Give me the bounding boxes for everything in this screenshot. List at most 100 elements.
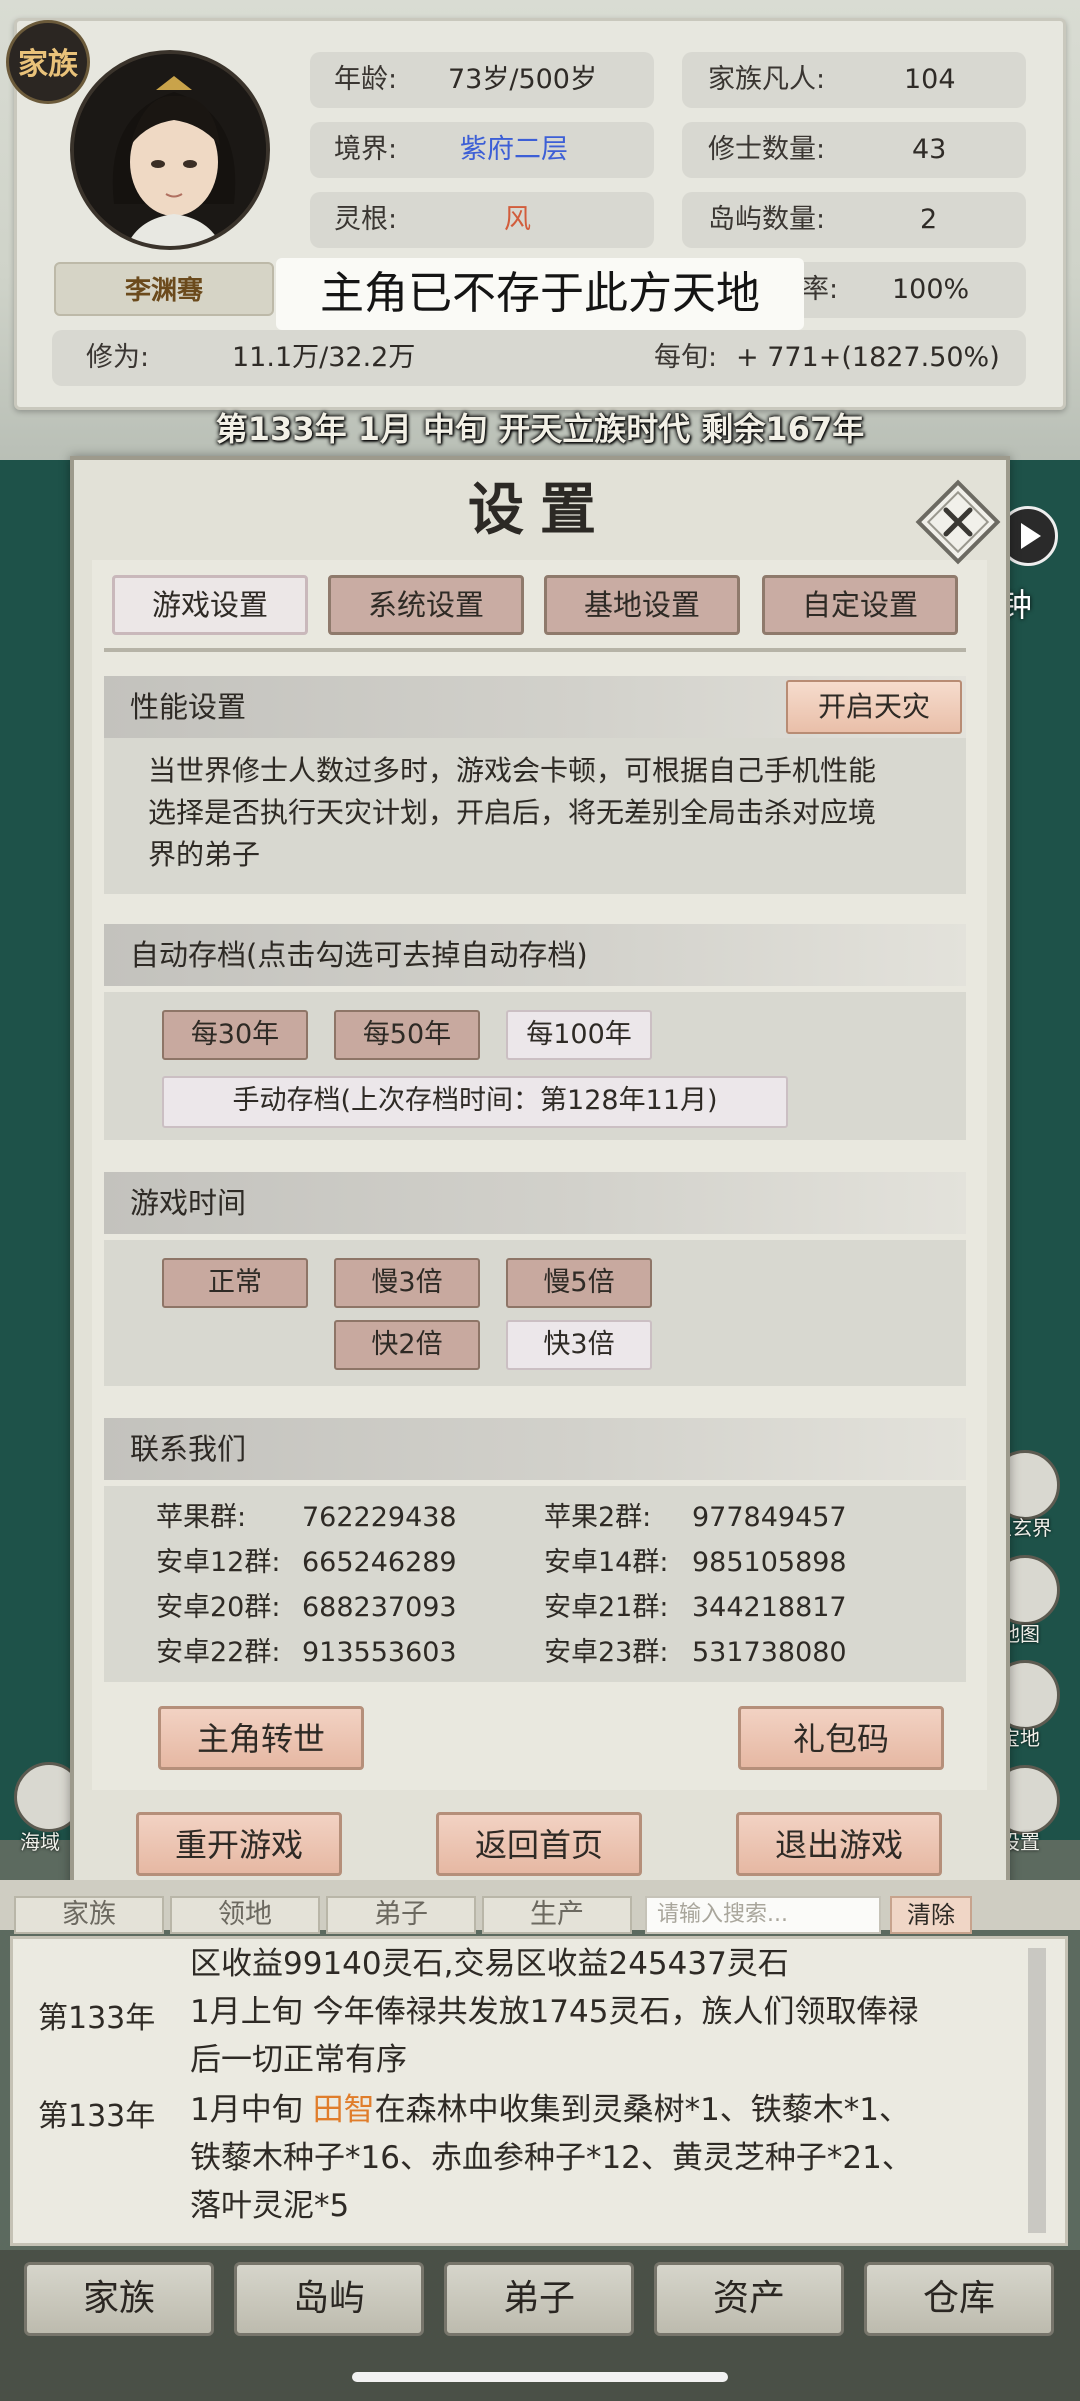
log-line: 1月上旬 今年俸禄共发放1745灵石，族人们领取俸禄 xyxy=(190,1994,919,2030)
log-line: 落叶灵泥*5 xyxy=(190,2188,350,2224)
contact-label-5: 安卓20群: xyxy=(156,1592,281,1623)
return-home-button[interactable]: 返回首页 xyxy=(436,1812,642,1876)
time-slow5-button[interactable]: 慢5倍 xyxy=(506,1258,652,1308)
tab-base-settings[interactable]: 基地设置 xyxy=(544,575,740,635)
home-indicator[interactable] xyxy=(352,2372,728,2382)
nav-warehouse[interactable]: 仓库 xyxy=(864,2262,1054,2336)
log-line: 1月中旬 田智在森林中收集到灵桑树*1、铁藜木*1、 xyxy=(190,2086,1020,2134)
left-side-strip xyxy=(0,460,70,1840)
age-label: 年龄: xyxy=(334,64,398,95)
autosave-30-button[interactable]: 每30年 xyxy=(162,1010,308,1060)
autosave-50-button[interactable]: 每50年 xyxy=(334,1010,480,1060)
time-fast2-button[interactable]: 快2倍 xyxy=(334,1320,480,1370)
mortals-value: 104 xyxy=(904,64,956,95)
spirit-root-value: 风 xyxy=(504,204,531,235)
contact-value-1: 762229438 xyxy=(302,1502,457,1533)
log-year: 第133年 xyxy=(38,2099,156,2134)
performance-desc-line2: 选择是否执行天灾计划，开启后，将无差别全局击杀对应境 xyxy=(148,796,877,829)
contact-value-8: 531738080 xyxy=(692,1637,847,1668)
contact-value-4: 985105898 xyxy=(692,1547,847,1578)
realm-row: 境界: 紫府二层 xyxy=(310,122,654,178)
log-text: 1月中旬 xyxy=(190,2092,313,2128)
contact-label-1: 苹果群: xyxy=(156,1502,247,1533)
contact-value-3: 665246289 xyxy=(302,1547,457,1578)
log-tab-production[interactable]: 生产 xyxy=(482,1896,632,1934)
performance-description: 当世界修士人数过多时，游戏会卡顿，可根据自己手机性能 选择是否执行天灾计划，开启… xyxy=(148,750,948,876)
family-badge[interactable]: 家族 xyxy=(6,20,90,104)
per-period-label: 每旬: xyxy=(654,342,718,373)
dialog-title: 设置 xyxy=(468,477,612,543)
cultivation-value: 11.1万/32.2万 xyxy=(232,342,416,373)
performance-desc-line3: 界的弟子 xyxy=(148,838,261,871)
manual-save-button[interactable]: 手动存档(上次存档时间：第128年11月) xyxy=(162,1076,788,1128)
contact-section-title: 联系我们 xyxy=(104,1418,966,1480)
age-row: 年龄: 73岁/500岁 xyxy=(310,52,654,108)
cultivation-row: 修为: 11.1万/32.2万 每旬: + 771+(1827.50%) xyxy=(52,330,1026,386)
game-time-section-title: 游戏时间 xyxy=(104,1172,966,1234)
gift-code-button[interactable]: 礼包码 xyxy=(738,1706,944,1770)
enable-disaster-button[interactable]: 开启天灾 xyxy=(786,680,962,734)
cultivation-label: 修为: xyxy=(86,342,150,373)
cultivators-label: 修士数量: xyxy=(708,134,826,165)
islands-label: 岛屿数量: xyxy=(708,204,826,235)
realm-label: 境界: xyxy=(334,134,398,165)
close-icon xyxy=(915,479,1001,565)
realm-value: 紫府二层 xyxy=(460,134,568,165)
log-tab-territory[interactable]: 领地 xyxy=(170,1896,320,1934)
contact-label-7: 安卓22群: xyxy=(156,1637,281,1668)
nav-family[interactable]: 家族 xyxy=(24,2262,214,2336)
quit-game-button[interactable]: 退出游戏 xyxy=(736,1812,942,1876)
islands-value: 2 xyxy=(920,204,938,235)
toast-message: 主角已不存于此方天地 xyxy=(276,258,804,330)
log-search-input[interactable]: 请输入搜索... xyxy=(645,1896,881,1934)
log-scrollbar[interactable] xyxy=(1028,1948,1046,2233)
sea-area-label: 海域 xyxy=(20,1830,60,1854)
nav-disciples[interactable]: 弟子 xyxy=(444,2262,634,2336)
spirit-root-row: 灵根: 风 xyxy=(310,192,654,248)
per-period-value: + 771+(1827.50%) xyxy=(736,342,1000,373)
character-avatar[interactable] xyxy=(70,50,270,250)
log-year: 第133年 xyxy=(38,2001,156,2036)
close-button[interactable] xyxy=(906,470,1010,574)
time-slow3-button[interactable]: 慢3倍 xyxy=(334,1258,480,1308)
performance-desc-line1: 当世界修士人数过多时，游戏会卡顿，可根据自己手机性能 xyxy=(148,754,877,787)
contact-value-2: 977849457 xyxy=(692,1502,847,1533)
tab-system-settings[interactable]: 系统设置 xyxy=(328,575,524,635)
log-text: 在森林中收集到灵桑树*1、铁藜木*1、 xyxy=(374,2092,911,2128)
log-tab-family[interactable]: 家族 xyxy=(14,1896,164,1934)
rate-value: 100% xyxy=(892,274,970,305)
cultivators-row: 修士数量: 43 xyxy=(682,122,1026,178)
log-tab-disciples[interactable]: 弟子 xyxy=(326,1896,476,1934)
time-fast3-button[interactable]: 快3倍 xyxy=(506,1320,652,1370)
rate-label: 率: xyxy=(802,274,839,305)
contact-label-2: 苹果2群: xyxy=(544,1502,652,1533)
mortals-row: 家族凡人: 104 xyxy=(682,52,1026,108)
autosave-section-title: 自动存档(点击勾选可去掉自动存档) xyxy=(104,924,966,986)
contact-value-6: 344218817 xyxy=(692,1592,847,1623)
nav-islands[interactable]: 岛屿 xyxy=(234,2262,424,2336)
nav-assets[interactable]: 资产 xyxy=(654,2262,844,2336)
tab-custom-settings[interactable]: 自定设置 xyxy=(762,575,958,635)
contact-label-3: 安卓12群: xyxy=(156,1547,281,1578)
log-person-name[interactable]: 田智 xyxy=(313,2092,375,2128)
clear-search-button[interactable]: 清除 xyxy=(890,1896,972,1934)
contact-value-5: 688237093 xyxy=(302,1592,457,1623)
character-name: 李渊骞 xyxy=(54,262,274,316)
tab-game-settings[interactable]: 游戏设置 xyxy=(112,575,308,635)
restart-game-button[interactable]: 重开游戏 xyxy=(136,1812,342,1876)
contact-label-6: 安卓21群: xyxy=(544,1592,669,1623)
contact-label-8: 安卓23群: xyxy=(544,1637,669,1668)
reincarnate-button[interactable]: 主角转世 xyxy=(158,1706,364,1770)
time-normal-button[interactable]: 正常 xyxy=(162,1258,308,1308)
cultivators-value: 43 xyxy=(912,134,947,165)
log-line: 后一切正常有序 xyxy=(190,2042,407,2078)
islands-row: 岛屿数量: 2 xyxy=(682,192,1026,248)
log-line: 铁藜木种子*16、赤血参种子*12、黄灵芝种子*21、 xyxy=(190,2140,913,2176)
contact-label-4: 安卓14群: xyxy=(544,1547,669,1578)
log-line: 区收益99140灵石,交易区收益245437灵石 xyxy=(190,1946,789,1982)
tab-divider xyxy=(104,648,966,652)
spirit-root-label: 灵根: xyxy=(334,204,398,235)
game-date: 第133年 1月 中旬 开天立族时代 剩余167年 xyxy=(215,410,865,448)
autosave-100-button[interactable]: 每100年 xyxy=(506,1010,652,1060)
mortals-label: 家族凡人: xyxy=(708,64,826,95)
